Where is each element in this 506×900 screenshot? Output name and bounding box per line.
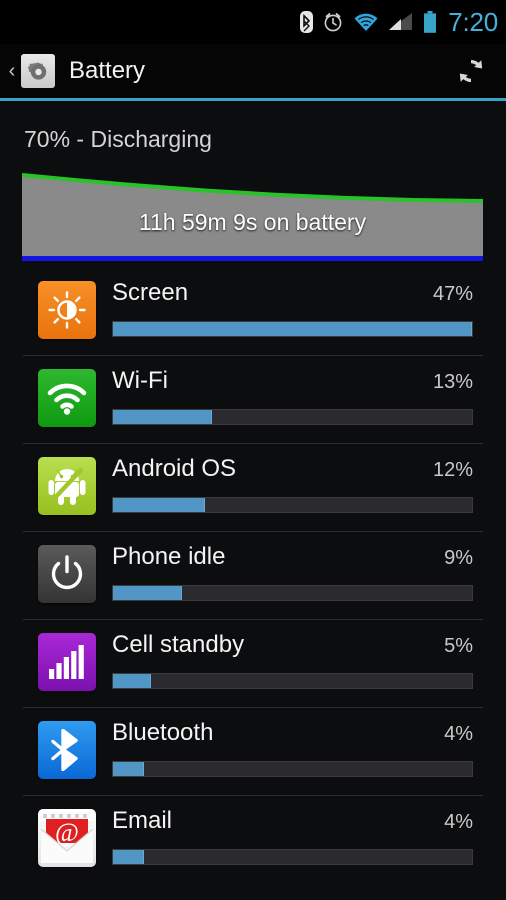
signal-icon (389, 13, 413, 30)
battery-icon (424, 11, 437, 33)
usage-bar-fill (113, 762, 144, 776)
usage-row-body: Screen 47% (112, 281, 473, 337)
usage-row-header: Android OS 12% (112, 457, 473, 487)
usage-item-percent: 13% (432, 371, 473, 393)
usage-row-body: Phone idle 9% (112, 545, 473, 601)
status-bar: 7:20 (0, 0, 506, 44)
brightness-icon (48, 291, 86, 329)
signal-bars-icon (38, 633, 96, 691)
usage-row-header: Bluetooth 4% (112, 721, 473, 751)
usage-row-header: Cell standby 5% (112, 633, 473, 663)
usage-bar-track (112, 673, 473, 689)
usage-row-body: Bluetooth 4% (112, 721, 473, 777)
usage-item-percent: 9% (444, 547, 473, 569)
status-bar-clock: 7:20 (448, 7, 498, 37)
bluetooth-icon (51, 729, 78, 771)
usage-item-percent: 47% (432, 283, 473, 305)
bluetooth-icon (300, 11, 314, 33)
battery-usage-row[interactable]: Cell standby 5% (0, 619, 506, 707)
usage-row-header: Screen 47% (112, 281, 473, 311)
battery-settings-screen: 7:20 ‹ Battery 70% - Discharging 11h 59m… (0, 0, 506, 900)
usage-item-label: Screen (112, 281, 189, 305)
settings-gear-icon[interactable] (21, 54, 55, 88)
wifi-icon (38, 369, 96, 427)
usage-row-header: Phone idle 9% (112, 545, 473, 575)
wifi-icon (354, 13, 378, 31)
usage-row-body: Email 4% (112, 809, 473, 865)
usage-bar-track (112, 761, 473, 777)
bluetooth-icon (38, 721, 96, 779)
usage-row-body: Android OS 12% (112, 457, 473, 513)
page-title: Battery (69, 57, 146, 84)
usage-bar-track (112, 585, 473, 601)
signal-bars-icon (49, 645, 84, 679)
android-icon (38, 457, 96, 515)
email-icon: @ (40, 814, 94, 863)
usage-bar-fill (113, 674, 152, 688)
battery-history-graph: 11h 59m 9s on battery (22, 173, 483, 261)
usage-bar-fill (113, 322, 472, 336)
usage-item-percent: 4% (444, 723, 473, 745)
battery-usage-row[interactable]: @ Email 4% (0, 795, 506, 883)
usage-bar-track (112, 849, 473, 865)
battery-usage-row[interactable]: Phone idle 9% (0, 531, 506, 619)
usage-row-header: Email 4% (112, 809, 473, 839)
usage-bar-track (112, 409, 473, 425)
action-bar: ‹ Battery (0, 44, 506, 98)
battery-usage-row[interactable]: Screen 47% (0, 267, 506, 355)
battery-usage-row[interactable]: Wi-Fi 13% (0, 355, 506, 443)
usage-item-label: Phone idle (112, 545, 226, 569)
content-area: 70% - Discharging 11h 59m 9s on battery … (0, 101, 506, 883)
usage-item-label: Wi-Fi (112, 369, 168, 393)
usage-bar-track (112, 497, 473, 513)
usage-row-body: Wi-Fi 13% (112, 369, 473, 425)
battery-graph-svg (22, 173, 483, 261)
usage-bar-fill (113, 586, 182, 600)
usage-bar-fill (113, 410, 213, 424)
usage-row-body: Cell standby 5% (112, 633, 473, 689)
usage-item-percent: 5% (444, 635, 473, 657)
refresh-icon[interactable] (450, 50, 492, 92)
battery-usage-list: Screen 47% Wi-Fi 13% Android OS 12% Phone i… (0, 267, 506, 883)
alarm-icon (324, 13, 342, 32)
svg-text:@: @ (55, 818, 79, 847)
usage-item-percent: 12% (432, 459, 473, 481)
usage-bar-track (112, 321, 473, 337)
brightness-icon (38, 281, 96, 339)
usage-item-label: Android OS (112, 457, 237, 481)
usage-item-percent: 4% (444, 811, 473, 833)
usage-bar-fill (113, 850, 144, 864)
battery-status-text: 70% - Discharging (24, 126, 212, 152)
usage-item-label: Cell standby (112, 633, 245, 657)
back-chevron-icon[interactable]: ‹ (4, 61, 20, 81)
wifi-icon (47, 383, 87, 415)
power-icon (38, 545, 96, 603)
usage-bar-fill (113, 498, 205, 512)
email-icon: @ (38, 809, 96, 867)
usage-item-label: Email (112, 809, 173, 833)
battery-usage-row[interactable]: Bluetooth 4% (0, 707, 506, 795)
usage-item-label: Bluetooth (112, 721, 214, 745)
android-icon (48, 467, 86, 505)
usage-row-header: Wi-Fi 13% (112, 369, 473, 399)
battery-usage-row[interactable]: Android OS 12% (0, 443, 506, 531)
power-icon (51, 555, 83, 590)
